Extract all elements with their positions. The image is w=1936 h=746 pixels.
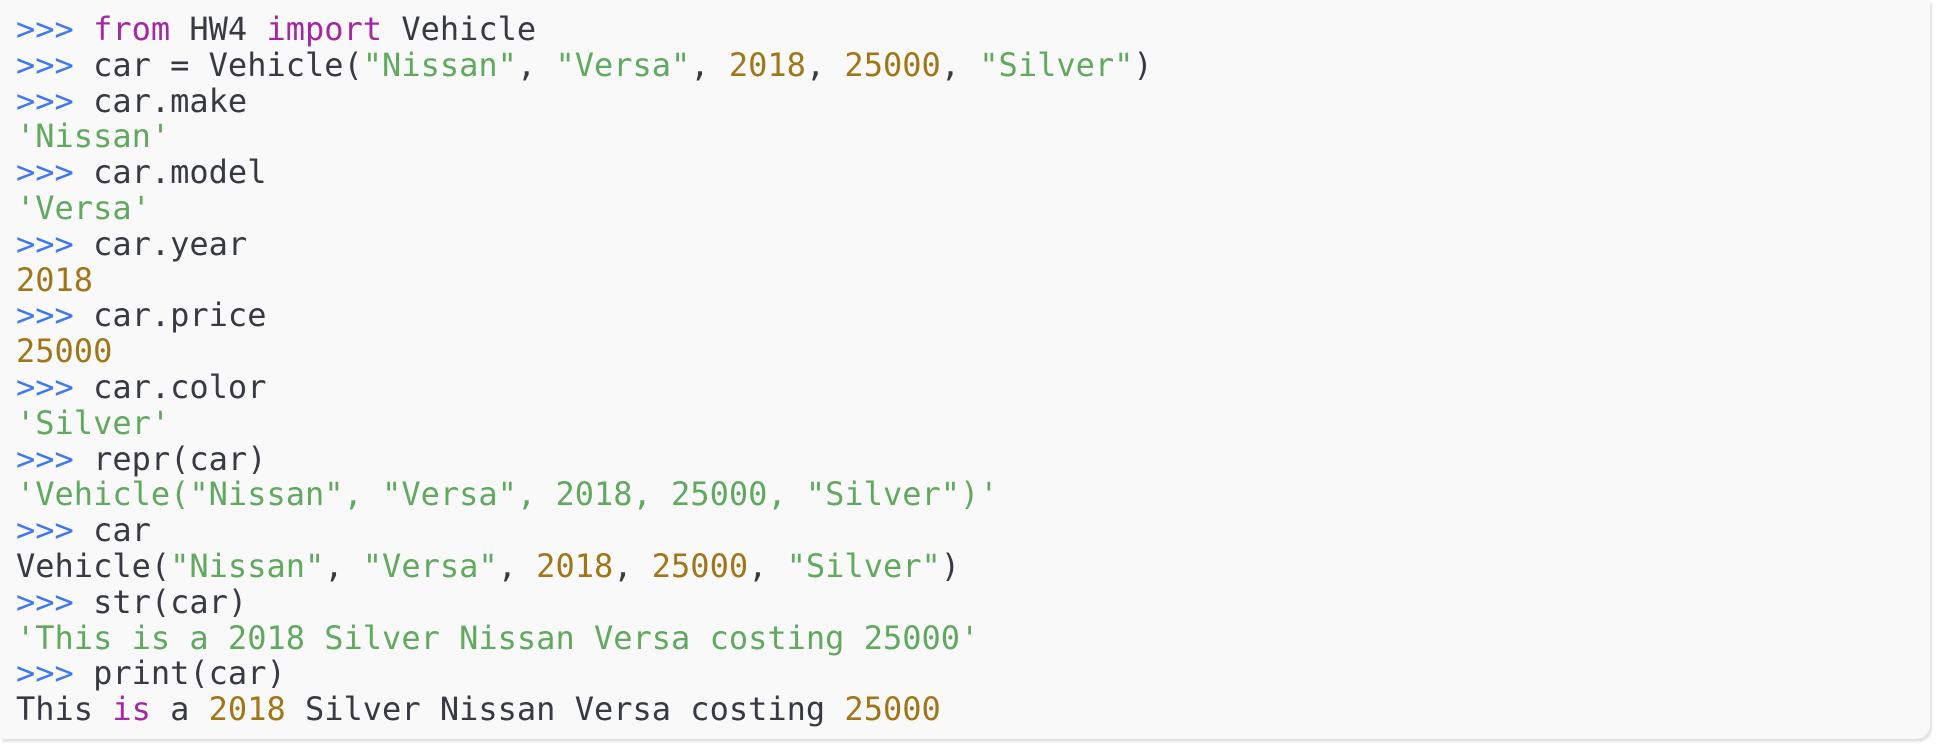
string-token: "Silver" (786, 546, 941, 585)
prompt-marker: >>> (16, 582, 94, 621)
string-token: "Versa" (555, 45, 691, 84)
prompt-marker: >>> (16, 224, 94, 263)
input-line: >>> car.model (16, 153, 1930, 192)
text-token: car.make (93, 81, 248, 120)
text-token: repr(car) (93, 439, 267, 478)
text-token: , (613, 546, 652, 585)
text-token: , (805, 45, 845, 84)
text-token: car.price (93, 296, 267, 335)
string-token: "Silver" (979, 45, 1134, 84)
text-token: , (690, 45, 729, 84)
text-token: , (516, 45, 556, 84)
input-line: >>> car (16, 511, 1930, 550)
text-token: , (748, 546, 787, 585)
string-token: "Nissan" (362, 45, 517, 84)
output-line: 2018 (16, 260, 1930, 299)
input-line: >>> car.color (16, 367, 1930, 406)
text-token: HW4 (170, 10, 267, 48)
input-line: >>> str(car) (16, 582, 1930, 621)
prompt-marker: >>> (16, 296, 94, 335)
input-line: >>> print(car) (16, 654, 1930, 693)
number-token: 25000 (844, 45, 941, 84)
input-line: >>> car = Vehicle("Nissan", "Versa", 201… (16, 45, 1930, 84)
string-token: 'Nissan' (16, 117, 171, 156)
output-line: This is a 2018 Silver Nissan Versa costi… (16, 690, 1930, 729)
text-token: ) (1133, 45, 1153, 84)
input-line: >>> car.price (16, 296, 1930, 335)
input-line: >>> car.make (16, 81, 1930, 120)
text-token: car.model (93, 153, 267, 192)
text-token: Silver Nissan Versa costing (285, 690, 845, 729)
input-line: >>> from HW4 import Vehicle (16, 10, 1930, 48)
prompt-marker: >>> (16, 10, 94, 48)
number-token: 2018 (728, 45, 806, 84)
number-token: 2018 (536, 546, 614, 585)
string-token: "Versa" (362, 546, 498, 585)
input-line: >>> car.year (16, 224, 1930, 263)
text-token: car.year (93, 224, 248, 263)
output-line: 'Vehicle("Nissan", "Versa", 2018, 25000,… (16, 475, 1930, 514)
input-line: >>> repr(car) (16, 439, 1930, 478)
text-token: ) (940, 546, 961, 585)
text-token: print(car) (93, 654, 286, 693)
prompt-marker: >>> (16, 367, 94, 406)
text-token: car.color (93, 367, 267, 406)
text-token: , (940, 45, 980, 84)
prompt-marker: >>> (16, 511, 94, 550)
output-line: 'Versa' (16, 188, 1930, 227)
text-token: car = Vehicle( (93, 45, 363, 84)
text-token: a (150, 690, 209, 729)
string-token: "Nissan" (170, 546, 325, 585)
text-token: , (324, 546, 363, 585)
python-console: >>> from HW4 import Vehicle >>> car = Veh… (0, 0, 1930, 739)
keyword-token: is (112, 690, 151, 729)
output-line: 'This is a 2018 Silver Nissan Versa cost… (16, 618, 1930, 657)
prompt-marker: >>> (16, 81, 94, 120)
text-token: Vehicle (382, 10, 537, 48)
text-token: , (497, 546, 537, 585)
number-token: 2018 (16, 260, 94, 299)
text-token: str(car) (93, 582, 248, 621)
string-token: 'This is a 2018 Silver Nissan Versa cost… (16, 618, 980, 657)
output-line: 25000 (16, 332, 1930, 371)
number-token: 2018 (208, 690, 286, 729)
output-line: Vehicle("Nissan", "Versa", 2018, 25000, … (16, 546, 1930, 585)
prompt-marker: >>> (16, 45, 94, 84)
prompt-marker: >>> (16, 153, 94, 192)
prompt-marker: >>> (16, 439, 94, 478)
prompt-marker: >>> (16, 654, 94, 693)
number-token: 25000 (651, 546, 749, 585)
keyword-token: from (93, 10, 171, 48)
string-token: 'Silver' (16, 403, 171, 442)
number-token: 25000 (844, 690, 941, 729)
text-token: This (16, 690, 113, 729)
output-line: 'Nissan' (16, 117, 1930, 156)
keyword-token: import (266, 10, 383, 48)
string-token: 'Vehicle("Nissan", "Versa", 2018, 25000,… (16, 475, 999, 514)
text-token: car (93, 511, 151, 550)
text-token: Vehicle( (16, 546, 171, 585)
number-token: 25000 (16, 332, 113, 371)
output-line: 'Silver' (16, 403, 1930, 442)
string-token: 'Versa' (16, 188, 151, 227)
